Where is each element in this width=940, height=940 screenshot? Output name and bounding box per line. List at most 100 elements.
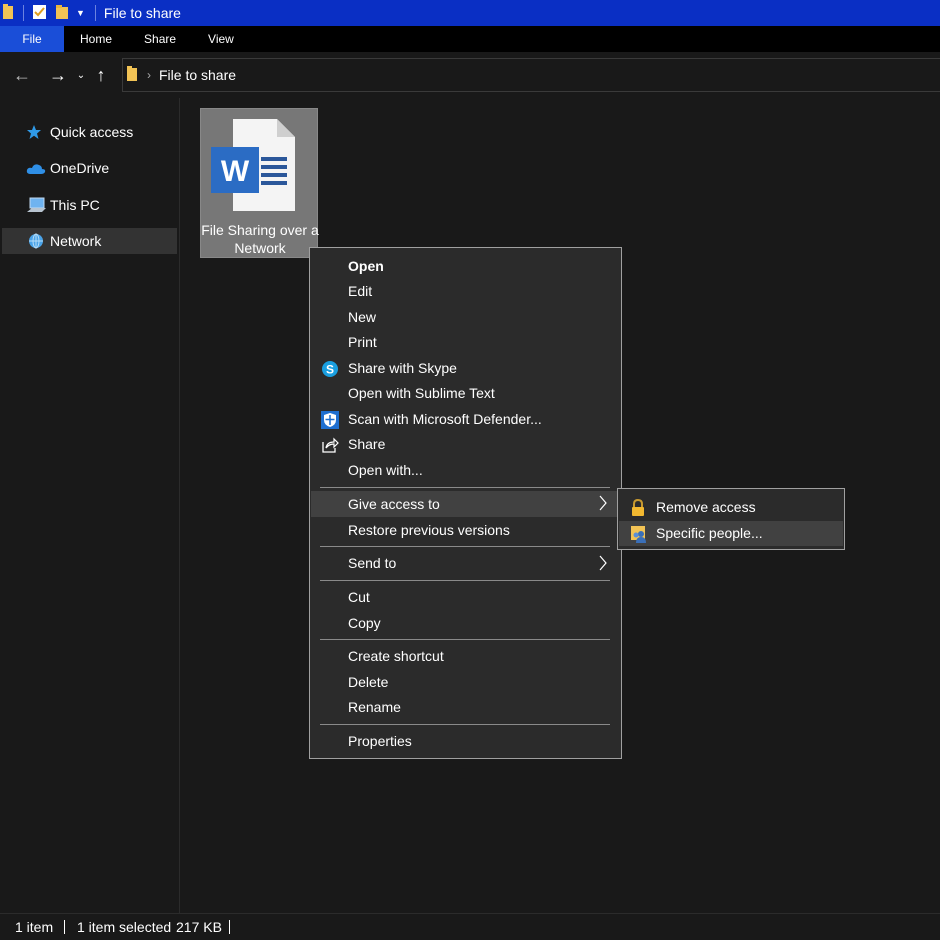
menu-item-cut[interactable]: Cut <box>311 585 620 610</box>
menu-item-label: Open <box>348 258 384 274</box>
divider <box>23 5 24 21</box>
give-access-submenu: Remove access Specific people... <box>617 488 845 550</box>
status-item-count: 1 item <box>15 919 54 935</box>
menu-separator <box>320 724 610 725</box>
sidebar-item-quick-access[interactable]: Quick access <box>2 119 177 145</box>
divider <box>94 5 96 21</box>
menu-item-properties[interactable]: Properties <box>311 729 620 754</box>
status-divider <box>229 920 230 934</box>
window-title: File to share <box>103 5 181 21</box>
people-icon <box>630 525 648 546</box>
menu-item-remove-access[interactable]: Remove access <box>619 495 843 520</box>
menu-separator <box>320 580 610 581</box>
menu-item-open[interactable]: Open <box>311 254 620 279</box>
menu-separator <box>320 639 610 640</box>
sidebar-item-label: Network <box>50 233 102 249</box>
svg-text:W: W <box>221 155 250 188</box>
file-item[interactable]: W File Sharing over a Network <box>200 108 319 258</box>
menu-item-label: Remove access <box>656 499 756 515</box>
computer-icon <box>26 197 46 216</box>
menu-item-specific-people[interactable]: Specific people... <box>619 521 843 546</box>
menu-item-share-with-skype[interactable]: S Share with Skype <box>311 356 620 381</box>
menu-item-label: Specific people... <box>656 525 763 541</box>
menu-item-edit[interactable]: Edit <box>311 279 620 304</box>
menu-separator <box>320 487 610 488</box>
sidebar-item-network[interactable]: Network <box>2 228 177 254</box>
menu-item-label: Scan with Microsoft Defender... <box>348 411 542 427</box>
sidebar-item-label: This PC <box>50 197 100 213</box>
tab-view[interactable]: View <box>192 26 250 52</box>
menu-item-label: Give access to <box>348 496 440 512</box>
forward-arrow-icon[interactable]: → <box>44 65 72 86</box>
menu-item-label: Send to <box>348 555 397 571</box>
title-bar: ▼ File to share <box>0 0 940 26</box>
menu-item-label: Open with Sublime Text <box>348 385 495 401</box>
chevron-right-icon <box>598 554 608 575</box>
status-bar: 1 item 1 item selected 217 KB <box>0 913 940 940</box>
status-selected: 1 item selected <box>77 919 172 935</box>
context-menu: Open Edit New Print S Share with Skype O… <box>309 247 622 759</box>
lock-icon <box>631 498 645 520</box>
sidebar-item-label: Quick access <box>50 124 134 140</box>
defender-shield-icon <box>321 411 339 432</box>
menu-item-create-shortcut[interactable]: Create shortcut <box>311 644 620 669</box>
customize-toolbar-dropdown-icon[interactable]: ▼ <box>76 8 85 18</box>
tab-share[interactable]: Share <box>128 26 192 52</box>
breadcrumb-current[interactable]: File to share <box>159 67 236 83</box>
menu-item-send-to[interactable]: Send to <box>311 551 620 576</box>
menu-item-delete[interactable]: Delete <box>311 670 620 695</box>
menu-item-new[interactable]: New <box>311 305 620 330</box>
skype-icon: S <box>321 360 339 381</box>
tab-file[interactable]: File <box>0 26 64 52</box>
menu-item-rename[interactable]: Rename <box>311 695 620 720</box>
menu-item-label: Share <box>348 436 386 452</box>
word-document-icon: W <box>211 117 307 216</box>
menu-item-scan-defender[interactable]: Scan with Microsoft Defender... <box>311 407 620 432</box>
up-arrow-icon[interactable]: ↑ <box>90 65 112 86</box>
share-icon <box>321 436 339 457</box>
properties-quick-icon[interactable] <box>32 4 48 23</box>
menu-item-label: Rename <box>348 699 401 715</box>
chevron-right-icon <box>598 494 608 515</box>
network-icon <box>26 233 46 252</box>
breadcrumb-chevron-icon[interactable]: › <box>147 68 151 82</box>
new-folder-quick-icon[interactable] <box>56 4 70 23</box>
folder-icon <box>127 65 139 85</box>
menu-item-label: Open with... <box>348 462 423 478</box>
menu-item-label: Edit <box>348 283 373 299</box>
status-divider <box>64 920 65 934</box>
menu-item-label: Properties <box>348 733 412 749</box>
cloud-icon <box>26 162 46 178</box>
back-arrow-icon[interactable]: ← <box>8 65 36 86</box>
navigation-bar: ← → ⌄ ↑ › File to share <box>0 52 940 98</box>
menu-item-label: Delete <box>348 674 389 690</box>
menu-item-print[interactable]: Print <box>311 330 620 355</box>
menu-item-label: New <box>348 309 377 325</box>
navigation-pane: Quick access OneDrive This PC Network <box>0 98 180 913</box>
menu-item-label: Create shortcut <box>348 648 444 664</box>
menu-item-give-access-to[interactable]: Give access to <box>311 491 620 517</box>
tab-home[interactable]: Home <box>64 26 128 52</box>
svg-text:S: S <box>326 363 334 377</box>
menu-item-open-with[interactable]: Open with... <box>311 458 620 483</box>
status-size: 217 KB <box>176 919 222 935</box>
sidebar-item-onedrive[interactable]: OneDrive <box>2 155 177 181</box>
folder-icon <box>3 3 15 23</box>
menu-item-label: Restore previous versions <box>348 522 510 538</box>
address-bar[interactable]: › File to share <box>122 58 940 92</box>
menu-item-label: Print <box>348 334 377 350</box>
menu-item-share[interactable]: Share <box>311 432 620 457</box>
menu-item-copy[interactable]: Copy <box>311 611 620 636</box>
recent-locations-chevron-down-icon[interactable]: ⌄ <box>72 70 90 81</box>
file-name: File Sharing over a Network <box>201 222 319 256</box>
sidebar-item-label: OneDrive <box>50 160 110 176</box>
menu-separator <box>320 546 610 547</box>
ribbon-tabs: File Home Share View <box>0 26 940 52</box>
menu-item-label: Cut <box>348 589 370 605</box>
menu-item-label: Copy <box>348 615 381 631</box>
menu-item-open-with-sublime[interactable]: Open with Sublime Text <box>311 381 620 406</box>
star-icon <box>26 124 42 143</box>
menu-item-label: Share with Skype <box>348 360 457 376</box>
menu-item-restore-previous-versions[interactable]: Restore previous versions <box>311 518 620 543</box>
sidebar-item-this-pc[interactable]: This PC <box>2 192 177 218</box>
